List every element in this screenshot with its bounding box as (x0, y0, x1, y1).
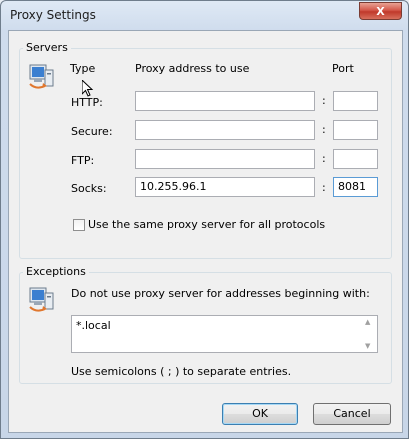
secure-port-input[interactable] (333, 120, 378, 140)
window-title: Proxy Settings (10, 8, 96, 22)
socks-port-input[interactable]: 8081 (333, 177, 378, 197)
servers-group-label: Servers (23, 41, 71, 54)
secure-address-input[interactable] (135, 120, 315, 140)
scroll-up-icon[interactable]: ▲ (365, 318, 370, 326)
http-address-input[interactable] (135, 91, 315, 111)
close-button[interactable]: X (359, 2, 402, 20)
network-computer-icon (29, 64, 54, 89)
exceptions-value: *.local (76, 319, 111, 332)
same-proxy-checkbox[interactable] (73, 219, 85, 231)
http-separator: : (322, 94, 326, 107)
ftp-port-input[interactable] (333, 149, 378, 169)
secure-separator: : (322, 123, 326, 136)
network-computer-icon (29, 287, 54, 312)
proxy-settings-window: Proxy Settings X Servers Type Proxy addr… (0, 0, 409, 439)
exceptions-hint: Use semicolons ( ; ) to separate entries… (71, 365, 292, 378)
exceptions-textarea[interactable]: *.local ▲ ▼ (71, 315, 378, 353)
column-header-address: Proxy address to use (135, 62, 250, 75)
cancel-button[interactable]: Cancel (313, 403, 391, 425)
dialog-body: Servers Type Proxy address to use Port H… (8, 30, 403, 433)
title-bar[interactable]: Proxy Settings X (1, 1, 408, 29)
secure-label: Secure: (71, 125, 113, 138)
socks-separator: : (322, 181, 326, 194)
exceptions-scrollbar[interactable]: ▲ ▼ (362, 317, 376, 351)
exceptions-group-label: Exceptions (23, 265, 89, 278)
mouse-pointer-icon (82, 80, 94, 97)
column-header-type: Type (70, 62, 96, 75)
ftp-separator: : (322, 152, 326, 165)
ok-button[interactable]: OK (222, 403, 298, 425)
ftp-address-input[interactable] (135, 149, 315, 169)
same-proxy-label[interactable]: Use the same proxy server for all protoc… (88, 218, 325, 231)
ftp-label: FTP: (71, 154, 95, 167)
http-port-input[interactable] (333, 91, 378, 111)
column-header-port: Port (332, 62, 354, 75)
socks-label: Socks: (71, 182, 107, 195)
socks-address-input[interactable]: 10.255.96.1 (135, 177, 315, 197)
exceptions-instruction: Do not use proxy server for addresses be… (71, 287, 370, 300)
scroll-down-icon[interactable]: ▼ (365, 342, 370, 350)
